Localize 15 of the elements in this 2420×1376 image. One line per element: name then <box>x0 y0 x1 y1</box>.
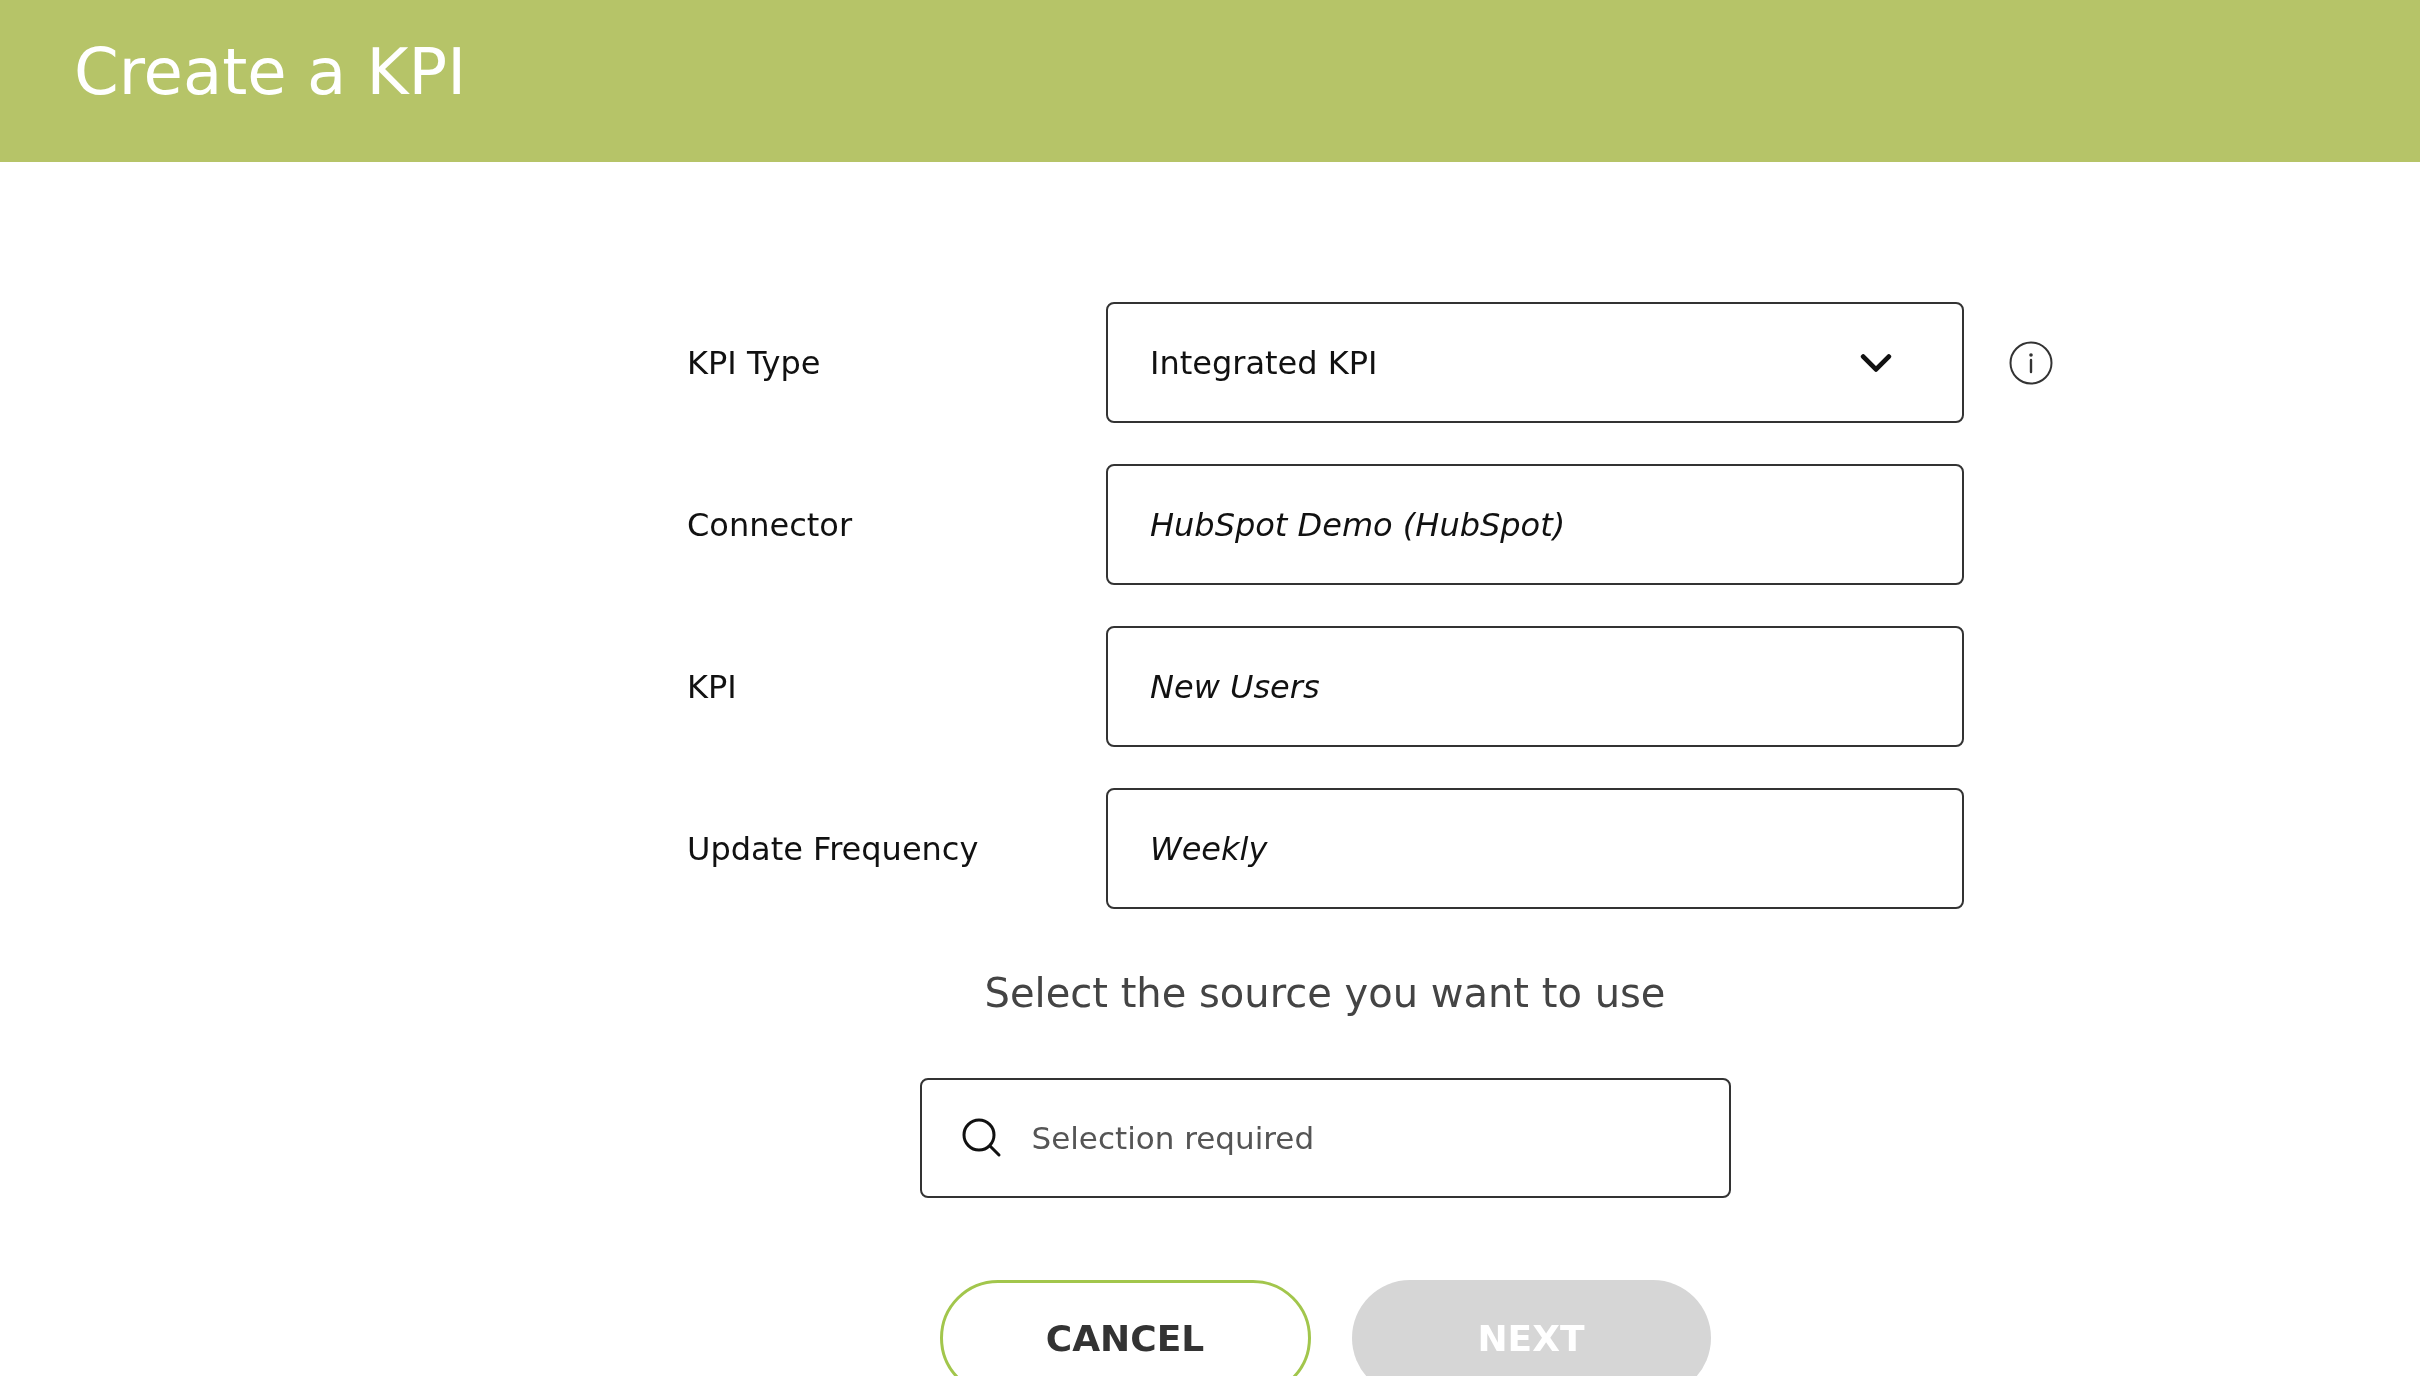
search-icon <box>961 1118 1002 1158</box>
cancel-button[interactable]: CANCEL <box>939 1280 1311 1376</box>
info-icon[interactable] <box>2009 340 2053 385</box>
text-field[interactable]: New Users <box>1106 626 1964 747</box>
chevron-down-icon <box>1860 351 1892 374</box>
page-title: Create a KPI <box>74 34 467 111</box>
field-label: Connector <box>687 505 854 544</box>
text-field[interactable]: HubSpot Demo (HubSpot) <box>1106 464 1964 585</box>
instruction-text: Select the source you want to use <box>984 969 1666 1018</box>
search-field[interactable]: Selection required <box>919 1078 1731 1198</box>
text-field[interactable]: Weekly <box>1106 788 1964 909</box>
field-label: KPI <box>687 667 738 706</box>
dropdown[interactable]: Integrated KPI <box>1106 302 1964 423</box>
field-label: Update Frequency <box>687 829 980 868</box>
field-label: KPI Type <box>687 343 822 382</box>
